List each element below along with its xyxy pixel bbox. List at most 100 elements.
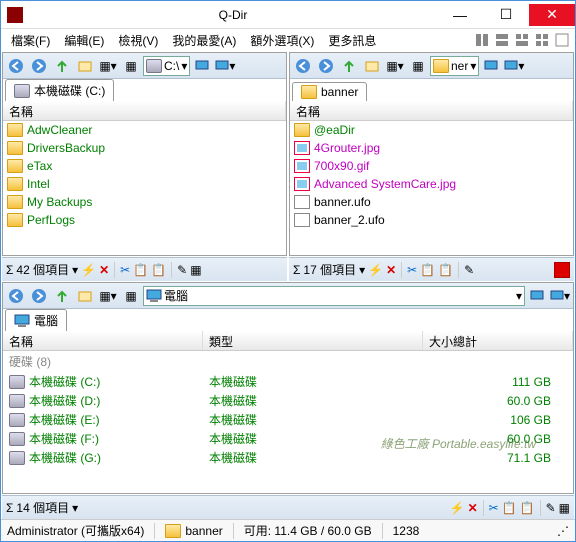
bolt-icon[interactable]: ⚡ xyxy=(450,501,465,515)
cut-icon[interactable]: ✂ xyxy=(120,263,130,277)
monitor-icon-2[interactable]: ▾ xyxy=(214,55,236,77)
up-button[interactable] xyxy=(51,285,73,307)
view-button[interactable]: ▦▾ xyxy=(97,55,119,77)
forward-button[interactable] xyxy=(28,55,50,77)
folder-icon xyxy=(301,85,317,99)
list-item[interactable]: AdwCleaner xyxy=(3,121,286,139)
delete-icon[interactable]: ✕ xyxy=(468,501,478,515)
view-button[interactable]: ▦▾ xyxy=(97,285,119,307)
list-item[interactable]: banner.ufo xyxy=(290,193,573,211)
layout-icon-4[interactable] xyxy=(533,31,551,49)
list-item[interactable]: DriversBackup xyxy=(3,139,286,157)
file-icon xyxy=(294,195,310,209)
list-item[interactable]: 4Grouter.jpg xyxy=(290,139,573,157)
tab-computer[interactable]: 電腦 xyxy=(5,309,67,331)
maximize-button[interactable]: ☐ xyxy=(483,4,529,26)
monitor-icon-2[interactable]: ▾ xyxy=(503,55,525,77)
back-button[interactable] xyxy=(292,55,314,77)
col-size[interactable]: 大小總計 xyxy=(423,331,573,350)
explore-button[interactable] xyxy=(74,285,96,307)
drive-row[interactable]: 本機磁碟 (D:)本機磁碟60.0 GB xyxy=(3,391,573,410)
list-item[interactable]: banner_2.ufo xyxy=(290,211,573,229)
menubar: 檔案(F) 編輯(E) 檢視(V) 我的最愛(A) 額外選項(X) 更多訊息 xyxy=(1,29,575,51)
select-icon[interactable]: ▦ xyxy=(559,501,570,515)
paste-icon[interactable]: 📋 xyxy=(151,263,166,277)
minimize-button[interactable]: — xyxy=(437,4,483,26)
drive-row[interactable]: 本機磁碟 (E:)本機磁碟106 GB xyxy=(3,410,573,429)
drive-list[interactable]: 硬碟 (8) 本機磁碟 (C:)本機磁碟111 GB本機磁碟 (D:)本機磁碟6… xyxy=(3,351,573,493)
address-combo[interactable]: C:\ ▾ xyxy=(143,56,190,76)
delete-icon[interactable]: ✕ xyxy=(386,263,396,277)
list-item[interactable]: My Backups xyxy=(3,193,286,211)
paste-icon[interactable]: 📋 xyxy=(520,501,535,515)
list-item[interactable]: Advanced SystemCare.jpg xyxy=(290,175,573,193)
img-icon xyxy=(294,177,310,191)
tab-banner[interactable]: banner xyxy=(292,82,367,101)
pane-right: ▦▾ ▦ ner ▾ ▾ banner 名稱 @eaDir4Grouter.jp… xyxy=(289,52,574,256)
layout-icon-2[interactable] xyxy=(493,31,511,49)
paste-icon[interactable]: 📋 xyxy=(438,263,453,277)
grid-button[interactable]: ▦ xyxy=(120,285,142,307)
list-item[interactable]: 700x90.gif xyxy=(290,157,573,175)
edit-icon[interactable]: ✎ xyxy=(177,263,187,277)
cut-icon[interactable]: ✂ xyxy=(407,263,417,277)
copy-icon[interactable]: 📋 xyxy=(420,263,435,277)
col-type[interactable]: 類型 xyxy=(203,331,423,350)
cut-icon[interactable]: ✂ xyxy=(489,501,499,515)
explore-button[interactable] xyxy=(74,55,96,77)
bolt-icon[interactable]: ⚡ xyxy=(81,263,96,277)
monitor-icon[interactable] xyxy=(191,55,213,77)
folder-icon xyxy=(7,177,23,191)
menu-edit[interactable]: 編輯(E) xyxy=(58,30,110,51)
list-item[interactable]: @eaDir xyxy=(290,121,573,139)
drive-type: 本機磁碟 xyxy=(209,411,429,428)
record-icon[interactable] xyxy=(554,262,570,278)
list-item[interactable]: Intel xyxy=(3,175,286,193)
layout-icon-3[interactable] xyxy=(513,31,531,49)
address-combo[interactable]: ner ▾ xyxy=(430,56,479,76)
select-icon[interactable]: ▦ xyxy=(190,263,201,277)
drive-row[interactable]: 本機磁碟 (G:)本機磁碟71.1 GB xyxy=(3,448,573,467)
delete-icon[interactable]: ✕ xyxy=(99,263,109,277)
forward-button[interactable] xyxy=(315,55,337,77)
copy-icon[interactable]: 📋 xyxy=(133,263,148,277)
edit-icon[interactable]: ✎ xyxy=(546,501,556,515)
monitor-icon[interactable] xyxy=(526,285,548,307)
file-list-right[interactable]: @eaDir4Grouter.jpg700x90.gifAdvanced Sys… xyxy=(290,121,573,255)
col-name[interactable]: 名稱 xyxy=(3,331,203,350)
grid-button[interactable]: ▦ xyxy=(120,55,142,77)
resize-grip-icon[interactable]: ⋰ xyxy=(557,524,569,538)
bolt-icon[interactable]: ⚡ xyxy=(368,263,383,277)
menu-more[interactable]: 更多訊息 xyxy=(322,30,382,51)
menu-view[interactable]: 檢視(V) xyxy=(112,30,164,51)
copy-icon[interactable]: 📋 xyxy=(502,501,517,515)
up-button[interactable] xyxy=(51,55,73,77)
grid-button[interactable]: ▦ xyxy=(407,55,429,77)
close-button[interactable]: ✕ xyxy=(529,4,575,26)
menu-extra[interactable]: 額外選項(X) xyxy=(244,30,320,51)
col-name[interactable]: 名稱 xyxy=(3,101,286,120)
monitor-icon[interactable] xyxy=(480,55,502,77)
drive-row[interactable]: 本機磁碟 (F:)本機磁碟60.0 GB xyxy=(3,429,573,448)
list-item[interactable]: eTax xyxy=(3,157,286,175)
view-button[interactable]: ▦▾ xyxy=(384,55,406,77)
back-button[interactable] xyxy=(5,285,27,307)
status-space: 可用: 11.4 GB / 60.0 GB xyxy=(244,522,372,539)
back-button[interactable] xyxy=(5,55,27,77)
edit-icon[interactable]: ✎ xyxy=(464,263,474,277)
forward-button[interactable] xyxy=(28,285,50,307)
layout-icon-1[interactable] xyxy=(473,31,491,49)
drive-row[interactable]: 本機磁碟 (C:)本機磁碟111 GB xyxy=(3,372,573,391)
up-button[interactable] xyxy=(338,55,360,77)
monitor-icon-2[interactable]: ▾ xyxy=(549,285,571,307)
file-list-left[interactable]: AdwCleanerDriversBackupeTaxIntelMy Backu… xyxy=(3,121,286,255)
address-combo[interactable]: 電腦 ▾ xyxy=(143,286,525,306)
menu-file[interactable]: 檔案(F) xyxy=(5,30,56,51)
list-item[interactable]: PerfLogs xyxy=(3,211,286,229)
menu-fav[interactable]: 我的最愛(A) xyxy=(166,30,242,51)
explore-button[interactable] xyxy=(361,55,383,77)
layout-icon-5[interactable] xyxy=(553,31,571,49)
top-panes: ▦▾ ▦ C:\ ▾ ▾ 本機磁碟 (C:) 名稱 AdwCleanerDriv… xyxy=(1,51,575,257)
tab-local-c[interactable]: 本機磁碟 (C:) xyxy=(5,79,114,101)
col-name[interactable]: 名稱 xyxy=(290,101,573,120)
